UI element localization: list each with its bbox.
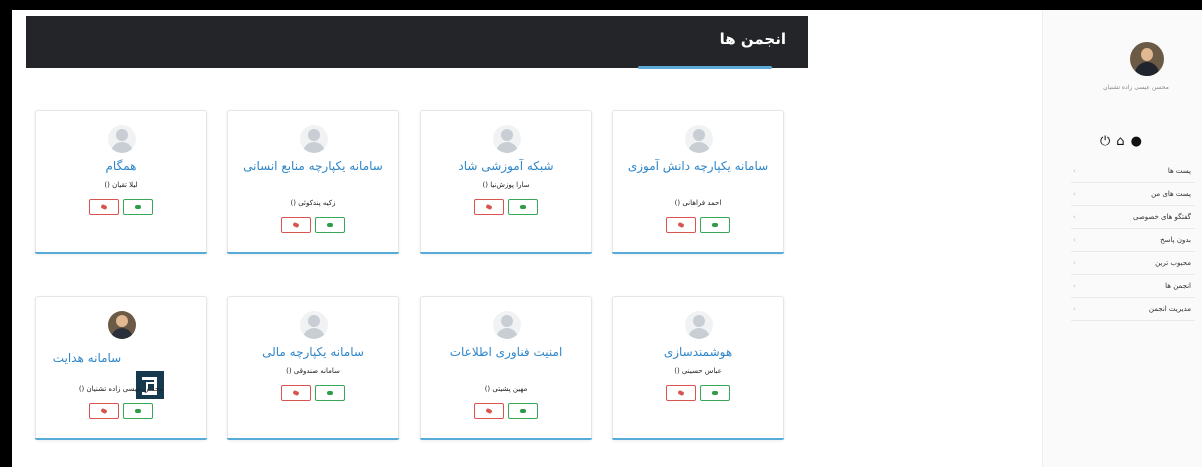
sidebar-icons: ⏻ ⌂ ● bbox=[1100, 134, 1142, 149]
dislike-icon bbox=[100, 203, 108, 211]
chevron-left-icon: ‹ bbox=[1073, 305, 1076, 313]
home-icon[interactable]: ⌂ bbox=[1116, 134, 1124, 149]
title-underline bbox=[638, 66, 772, 69]
dislike-button[interactable] bbox=[281, 217, 311, 233]
dislike-icon bbox=[292, 389, 300, 397]
forum-title[interactable]: سامانه هدایت bbox=[40, 349, 134, 368]
like-button[interactable] bbox=[700, 385, 730, 401]
sidebar-item-forum-management[interactable]: ‹ مدیریت انجمن bbox=[1071, 298, 1195, 321]
user-avatar-icon bbox=[300, 311, 328, 339]
dislike-icon bbox=[677, 221, 685, 229]
page-header: انجمن ها bbox=[26, 16, 808, 68]
chevron-left-icon: ‹ bbox=[1073, 259, 1076, 267]
dislike-button[interactable] bbox=[666, 385, 696, 401]
card-actions bbox=[228, 385, 398, 401]
like-icon bbox=[135, 409, 141, 413]
forum-author: سامانه صندوقی () bbox=[286, 367, 340, 375]
chevron-left-icon: ‹ bbox=[1073, 236, 1076, 244]
sidebar-item-forums[interactable]: ‹ انجمن ها bbox=[1071, 275, 1195, 298]
chevron-left-icon: ‹ bbox=[1073, 282, 1076, 290]
dislike-icon bbox=[100, 407, 108, 415]
forum-title[interactable]: هوشمندسازی bbox=[619, 343, 777, 362]
forum-card[interactable]: سامانه یکپارچه منابع انسانی زکیه پندکوئی… bbox=[227, 110, 399, 254]
forum-title[interactable]: سامانه یکپارچه منابع انسانی bbox=[234, 157, 392, 176]
user-avatar-icon bbox=[300, 125, 328, 153]
chat-icon[interactable]: ● bbox=[1131, 134, 1142, 149]
like-button[interactable] bbox=[700, 217, 730, 233]
like-icon bbox=[712, 391, 718, 395]
card-actions bbox=[421, 403, 591, 419]
dislike-button[interactable] bbox=[89, 199, 119, 215]
like-icon bbox=[520, 409, 526, 413]
like-icon bbox=[327, 391, 333, 395]
dislike-button[interactable] bbox=[474, 199, 504, 215]
chevron-left-icon: ‹ bbox=[1073, 213, 1076, 221]
sidebar-item-posts[interactable]: ‹ پست ها bbox=[1071, 160, 1195, 183]
forum-title[interactable]: شبکه آموزشی شاد bbox=[427, 157, 585, 176]
page-title: انجمن ها bbox=[719, 30, 786, 48]
dislike-icon bbox=[485, 203, 493, 211]
dislike-icon bbox=[677, 389, 685, 397]
forum-author: احمد فراهانی () bbox=[674, 199, 722, 207]
forum-author: محسن عیسی زاده تشنیان () bbox=[78, 385, 164, 393]
user-avatar-icon bbox=[685, 125, 713, 153]
like-button[interactable] bbox=[508, 403, 538, 419]
user-avatar-icon bbox=[685, 311, 713, 339]
user-avatar-icon bbox=[493, 311, 521, 339]
card-actions bbox=[613, 385, 783, 401]
forum-author: زکیه پندکوئی () bbox=[290, 199, 336, 207]
forum-card[interactable]: سامانه یکپارچه دانش آموزی احمد فراهانی (… bbox=[612, 110, 784, 254]
dislike-icon bbox=[292, 221, 300, 229]
forum-title[interactable]: سامانه یکپارچه مالی bbox=[234, 343, 392, 362]
like-button[interactable] bbox=[123, 199, 153, 215]
like-button[interactable] bbox=[315, 385, 345, 401]
sidebar-item-unanswered[interactable]: ‹ بدون پاسخ bbox=[1071, 229, 1195, 252]
like-button[interactable] bbox=[315, 217, 345, 233]
forum-author: سارا پوزش‌نیا () bbox=[482, 181, 530, 189]
like-icon bbox=[520, 205, 526, 209]
card-actions bbox=[36, 199, 206, 215]
like-button[interactable] bbox=[508, 199, 538, 215]
forum-author: مهین پشیتی () bbox=[484, 385, 528, 393]
forum-card[interactable]: شبکه آموزشی شاد سارا پوزش‌نیا () bbox=[420, 110, 592, 254]
like-icon bbox=[327, 223, 333, 227]
card-actions bbox=[613, 217, 783, 233]
dislike-button[interactable] bbox=[666, 217, 696, 233]
user-avatar-icon bbox=[493, 125, 521, 153]
forum-author: لیلا تقیان () bbox=[104, 181, 138, 189]
forum-title[interactable]: امنیت فناوری اطلاعات bbox=[427, 343, 585, 362]
like-button[interactable] bbox=[123, 403, 153, 419]
sidebar: محسن عیسی زاده تشنیان ⏻ ⌂ ● ‹ پست ها ‹ پست… bbox=[1042, 10, 1202, 467]
chevron-left-icon: ‹ bbox=[1073, 167, 1076, 175]
dislike-button[interactable] bbox=[281, 385, 311, 401]
user-photo-avatar bbox=[108, 311, 136, 339]
sidebar-item-private-chats[interactable]: ‹ گفتگو های خصوصی bbox=[1071, 206, 1195, 229]
dislike-button[interactable] bbox=[474, 403, 504, 419]
like-icon bbox=[135, 205, 141, 209]
forum-card[interactable]: امنیت فناوری اطلاعات مهین پشیتی () bbox=[420, 296, 592, 440]
card-actions bbox=[421, 199, 591, 215]
chevron-left-icon: ‹ bbox=[1073, 190, 1076, 198]
sidebar-item-my-posts[interactable]: ‹ پست های من bbox=[1071, 183, 1195, 206]
card-actions bbox=[36, 403, 206, 419]
profile-name: محسن عیسی زاده تشنیان bbox=[1103, 84, 1169, 91]
forum-card[interactable]: همگام لیلا تقیان () bbox=[35, 110, 207, 254]
forum-card[interactable]: سامانه یکپارچه مالی سامانه صندوقی () bbox=[227, 296, 399, 440]
forum-card[interactable]: هوشمندسازی عباس حسینی () bbox=[612, 296, 784, 440]
forum-author: عباس حسینی () bbox=[674, 367, 722, 375]
app-frame: انجمن ها سامانه یکپارچه دانش آموزی احمد … bbox=[12, 10, 1202, 467]
dislike-icon bbox=[485, 407, 493, 415]
forum-card[interactable]: سامانه هدایت محسن عیسی زاده تشنیان () bbox=[35, 296, 207, 440]
sidebar-menu: ‹ پست ها ‹ پست های من ‹ گفتگو های خصوصی ‹ بد… bbox=[1071, 160, 1195, 321]
profile-avatar[interactable] bbox=[1130, 42, 1164, 76]
power-icon[interactable]: ⏻ bbox=[1100, 134, 1110, 149]
forum-title[interactable]: همگام bbox=[42, 157, 200, 176]
dislike-button[interactable] bbox=[89, 403, 119, 419]
user-avatar-icon bbox=[108, 125, 136, 153]
card-actions bbox=[228, 217, 398, 233]
like-icon bbox=[712, 223, 718, 227]
sidebar-item-most-popular[interactable]: ‹ محبوب ترین bbox=[1071, 252, 1195, 275]
forum-title[interactable]: سامانه یکپارچه دانش آموزی bbox=[619, 157, 777, 176]
